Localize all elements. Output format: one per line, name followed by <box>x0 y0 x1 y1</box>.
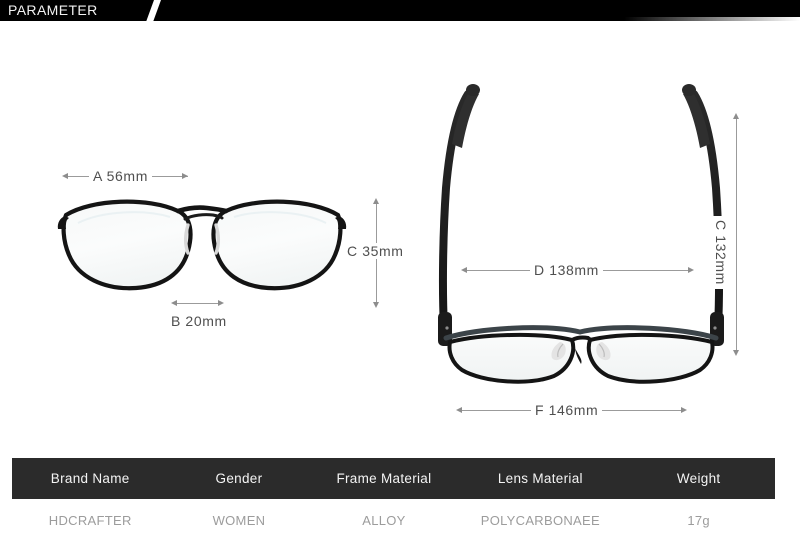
dimension-f-arrow-right <box>681 407 687 413</box>
dimension-c-temple-label: C 132mm <box>713 216 729 289</box>
dimension-d-label: D 138mm <box>530 262 603 278</box>
specification-table: Brand Name Gender Frame Material Lens Ma… <box>12 458 775 541</box>
cell-lens-material: POLYCARBONAEE <box>480 512 600 528</box>
column-header-weight: Weight <box>676 471 721 486</box>
eyeglasses-front-view-image <box>52 189 352 299</box>
dimension-c-temple-arrow-down <box>733 350 739 356</box>
dimension-c-lens-label: C 35mm <box>343 243 408 259</box>
column-header-gender: Gender <box>215 471 263 486</box>
dimension-c-temple-arrow-up <box>733 113 739 119</box>
cell-frame-material: ALLOY <box>362 512 406 528</box>
cell-brand-name: HDCRAFTER <box>48 512 132 528</box>
dimension-b-label: B 20mm <box>167 313 231 329</box>
dimension-b-arrow-right <box>218 300 224 306</box>
dimension-d-arrow-left <box>461 267 467 273</box>
dimension-f-label: F 146mm <box>531 402 603 418</box>
column-header-lens-material: Lens Material <box>497 471 583 486</box>
column-header-brand-name: Brand Name <box>50 471 130 486</box>
table-row: HDCRAFTER WOMEN ALLOY POLYCARBONAEE 17g <box>12 499 775 541</box>
dimension-a-arrow-right <box>182 173 188 179</box>
eyeglasses-top-view-image <box>436 76 726 386</box>
dimension-a-label: A 56mm <box>89 168 152 184</box>
dimension-f-arrow-left <box>456 407 462 413</box>
cell-gender: WOMEN <box>212 512 266 528</box>
dimension-c-lens-arrow-up <box>373 198 379 204</box>
table-header-row: Brand Name Gender Frame Material Lens Ma… <box>12 458 775 499</box>
dimension-d-arrow-right <box>688 267 694 273</box>
dimension-c-temple-line <box>736 118 737 351</box>
cell-weight: 17g <box>687 512 710 528</box>
column-header-frame-material: Frame Material <box>336 471 432 486</box>
illustration-stage: A 56mm B 20mm C 35mm D 138mm F 146mm C 1… <box>0 21 800 451</box>
dimension-b-line <box>176 303 222 304</box>
dimension-a-arrow-left <box>62 173 68 179</box>
page-title: PARAMETER <box>8 2 98 18</box>
parameter-header-banner: PARAMETER <box>0 0 800 21</box>
dimension-b-arrow-left <box>171 300 177 306</box>
dimension-c-lens-arrow-down <box>373 302 379 308</box>
